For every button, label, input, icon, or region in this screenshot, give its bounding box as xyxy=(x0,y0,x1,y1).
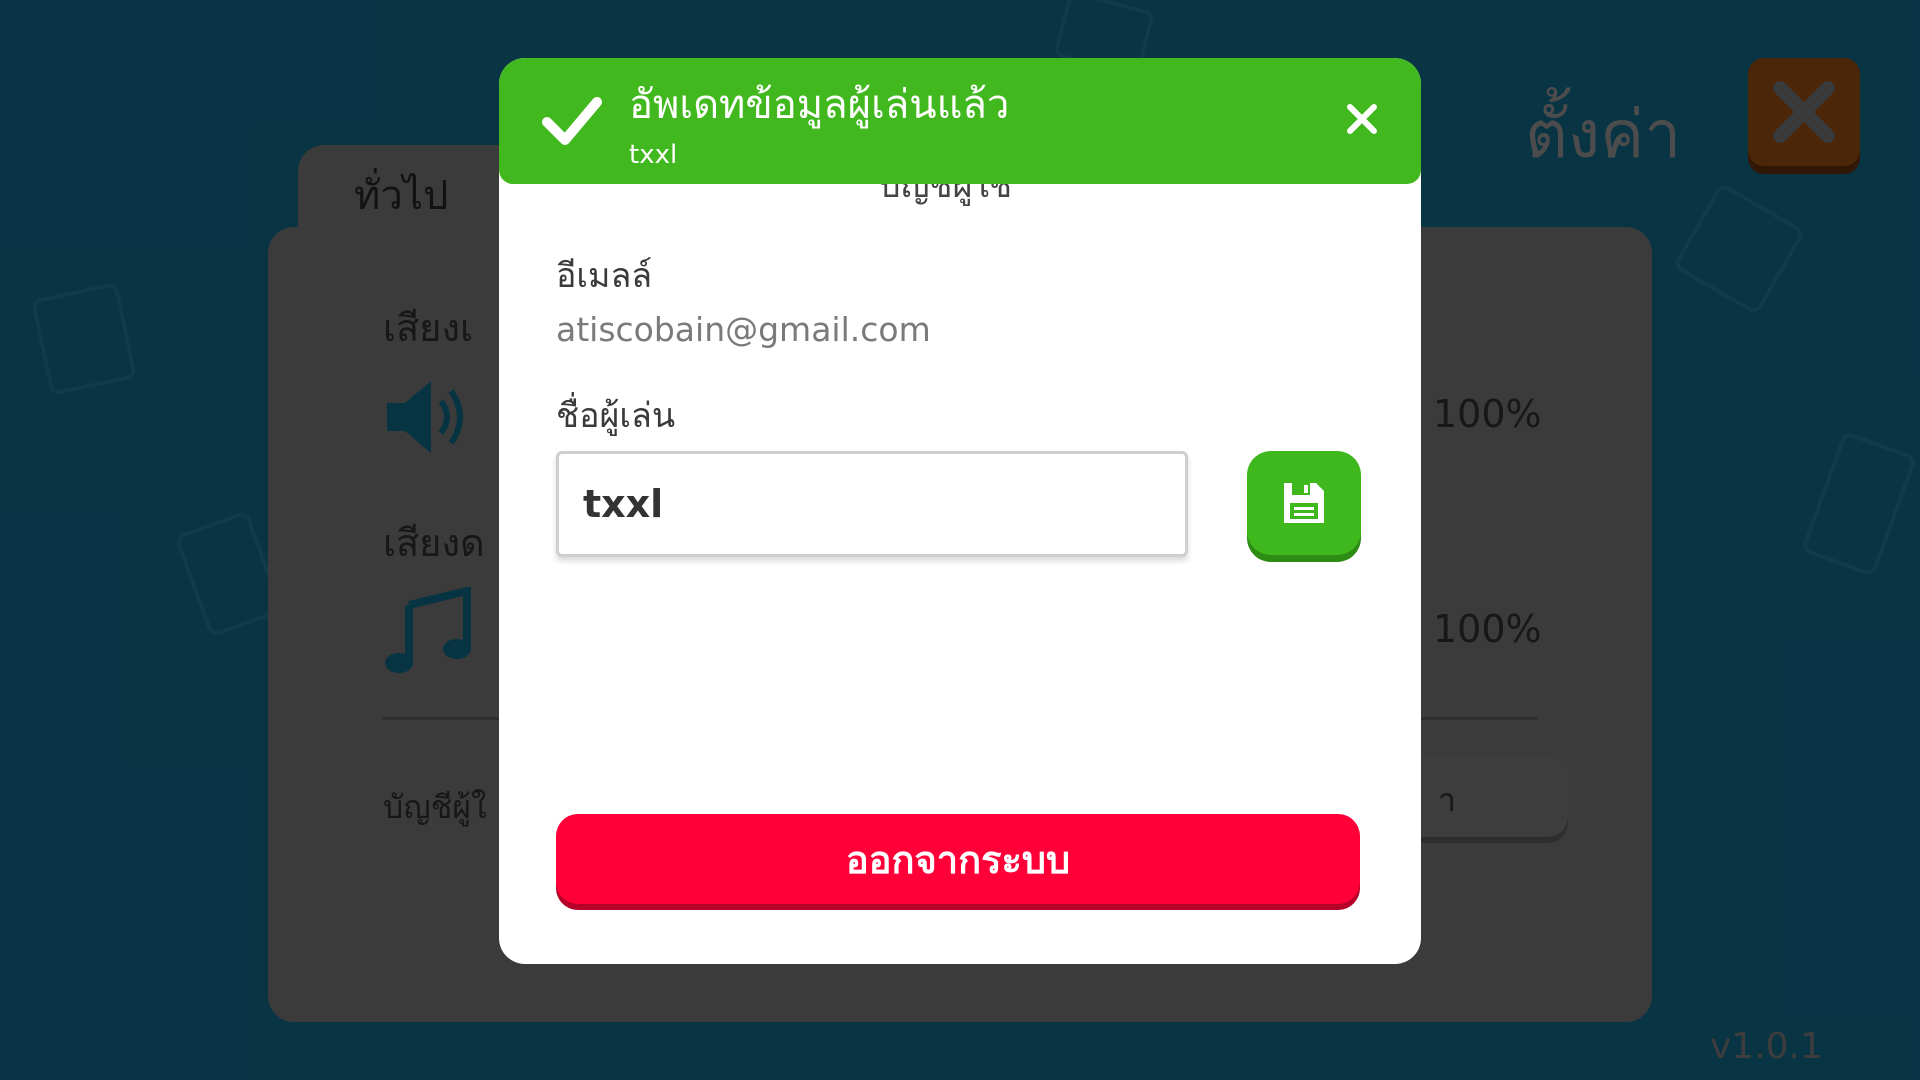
save-button[interactable] xyxy=(1247,451,1361,555)
success-toast: อัพเดทข้อมูลผู้เล่นแล้ว txxl xyxy=(499,58,1421,184)
save-icon xyxy=(1284,483,1324,523)
toast-subtitle: txxl xyxy=(629,140,678,170)
toast-close-icon[interactable] xyxy=(1345,102,1379,136)
logout-button[interactable]: ออกจากระบบ xyxy=(556,814,1360,904)
checkmark-icon xyxy=(542,97,602,145)
player-name-label: ชื่อผู้เล่น xyxy=(556,396,676,436)
toast-title: อัพเดทข้อมูลผู้เล่นแล้ว xyxy=(629,82,1010,128)
email-label: อีเมลล์ xyxy=(556,256,653,296)
account-modal: บัญชีผู้ใช้ อีเมลล์ atiscobain@gmail.com… xyxy=(499,58,1421,964)
player-name-input[interactable] xyxy=(556,451,1188,557)
email-value: atiscobain@gmail.com xyxy=(556,310,931,349)
